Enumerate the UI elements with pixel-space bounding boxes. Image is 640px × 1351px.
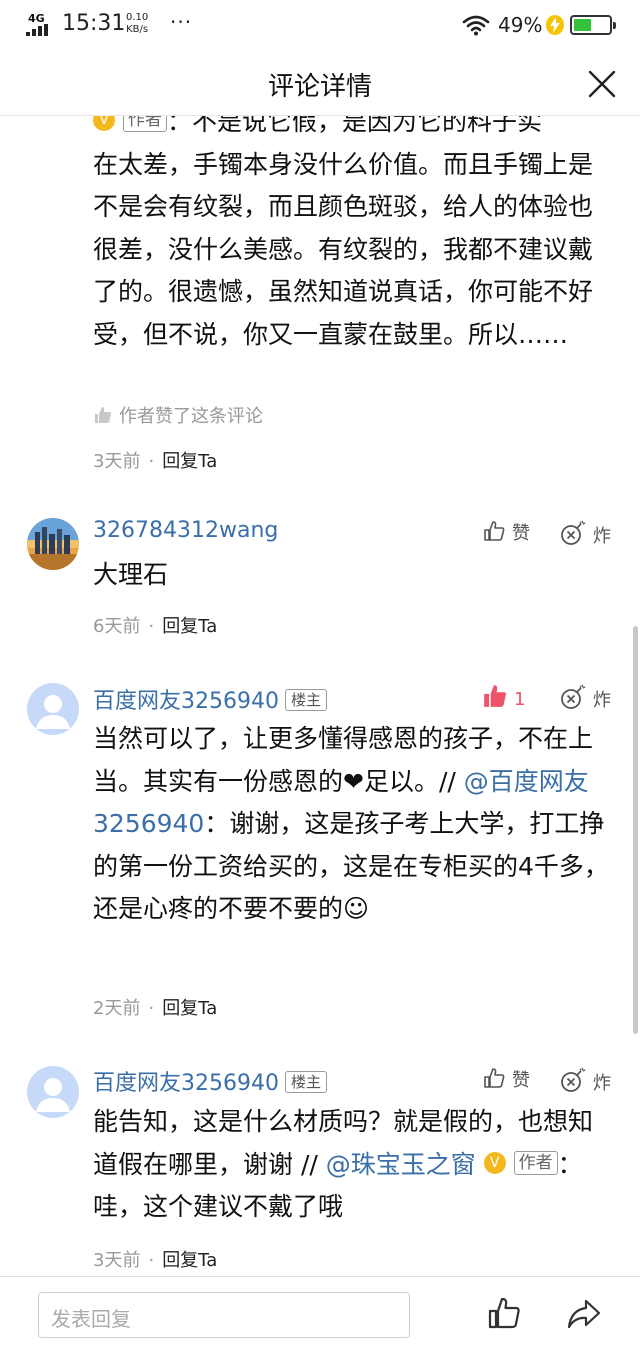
scrollbar[interactable] xyxy=(633,626,638,1034)
like-button[interactable]: 1 xyxy=(482,683,525,710)
bomb-button[interactable]: 炸 xyxy=(559,683,611,712)
battery-icon xyxy=(570,15,616,35)
comment-text: 大理石 xyxy=(93,560,169,589)
thumbs-up-icon[interactable] xyxy=(486,1295,522,1331)
comment-list[interactable]: V 作者 ：不是说它假，是因为它的料子实 在太差，手镯本身没什么价值。而且手镯上是… xyxy=(0,116,640,1276)
author-tag: 作者 xyxy=(122,116,167,132)
reply-link[interactable]: 回复Ta xyxy=(162,451,217,472)
avatar[interactable] xyxy=(27,518,79,570)
comment-time: 2天前 xyxy=(93,998,141,1019)
thumbs-up-icon xyxy=(484,521,505,541)
status-bar: 4G 15:31 0.10 KB/s ··· 49% xyxy=(0,0,640,52)
username[interactable]: 百度网友3256940 楼主 xyxy=(93,1065,327,1097)
floor-owner-tag: 楼主 xyxy=(284,1071,327,1093)
comment-meta: 6天前 · 回复Ta xyxy=(93,616,218,637)
comment-meta: 2天前 · 回复Ta xyxy=(93,998,218,1019)
comment-meta: 3天前 · 回复Ta xyxy=(93,1250,218,1271)
author-liked-note: 作者赞了这条评论 xyxy=(93,402,263,428)
like-button[interactable]: 赞 xyxy=(482,1066,530,1092)
comment-text: V 作者 ：不是说它假，是因为它的料子实 在太差，手镯本身没什么价值。而且手镯上是… xyxy=(93,116,613,356)
comment-meta: 3天前 · 回复Ta xyxy=(93,451,218,472)
page-title: 评论详情 xyxy=(267,72,372,102)
comment-time: 3天前 xyxy=(93,451,141,472)
bomb-icon xyxy=(561,1067,586,1092)
comment-time: 3天前 xyxy=(93,1250,141,1271)
bomb-button[interactable]: 炸 xyxy=(559,519,611,548)
verified-badge-icon: V xyxy=(93,116,115,131)
wifi-icon xyxy=(462,15,490,36)
mention-link[interactable]: @珠宝玉之窗 xyxy=(326,1150,476,1179)
network-speed: 0.10 KB/s xyxy=(126,12,149,35)
reply-link[interactable]: 回复Ta xyxy=(162,616,217,637)
page-header: 评论详情 xyxy=(0,52,640,116)
username[interactable]: 326784312wang xyxy=(93,518,278,543)
avatar[interactable] xyxy=(27,1066,79,1118)
comment-text: 当然可以了，让更多懂得感恩的孩子，不在上当。其实有一份感恩的❤足以。// @百度… xyxy=(93,724,609,923)
thumbs-up-icon xyxy=(484,1068,505,1088)
author-tag: 作者 xyxy=(513,1150,558,1175)
cellular-signal-icon: 4G xyxy=(26,12,56,36)
thumbs-up-icon xyxy=(95,407,112,423)
reply-link[interactable]: 回复Ta xyxy=(162,1250,217,1271)
bomb-icon xyxy=(561,520,586,545)
close-icon[interactable] xyxy=(586,68,618,100)
comment-text: 能告知，这是什么材质吗？就是假的，也想知道假在哪里，谢谢 // @珠宝玉之窗 V… xyxy=(93,1107,594,1221)
reply-link[interactable]: 回复Ta xyxy=(162,998,217,1019)
thumbs-up-filled-icon xyxy=(484,685,506,707)
like-button[interactable]: 赞 xyxy=(482,519,530,545)
username[interactable]: 百度网友3256940 楼主 xyxy=(93,683,327,715)
bottom-bar: 发表回复 xyxy=(0,1276,640,1351)
share-icon[interactable] xyxy=(566,1295,602,1331)
avatar[interactable] xyxy=(27,683,79,735)
more-notifications-icon: ··· xyxy=(170,10,193,34)
bomb-icon xyxy=(561,684,586,709)
battery-percent: 49% xyxy=(498,13,543,37)
comment-time: 6天前 xyxy=(93,616,141,637)
floor-owner-tag: 楼主 xyxy=(284,689,327,711)
reply-input[interactable]: 发表回复 xyxy=(38,1292,410,1338)
bomb-button[interactable]: 炸 xyxy=(559,1066,611,1095)
verified-badge-icon: V xyxy=(483,1151,506,1174)
clock: 15:31 xyxy=(62,11,126,36)
charging-icon xyxy=(546,15,564,35)
